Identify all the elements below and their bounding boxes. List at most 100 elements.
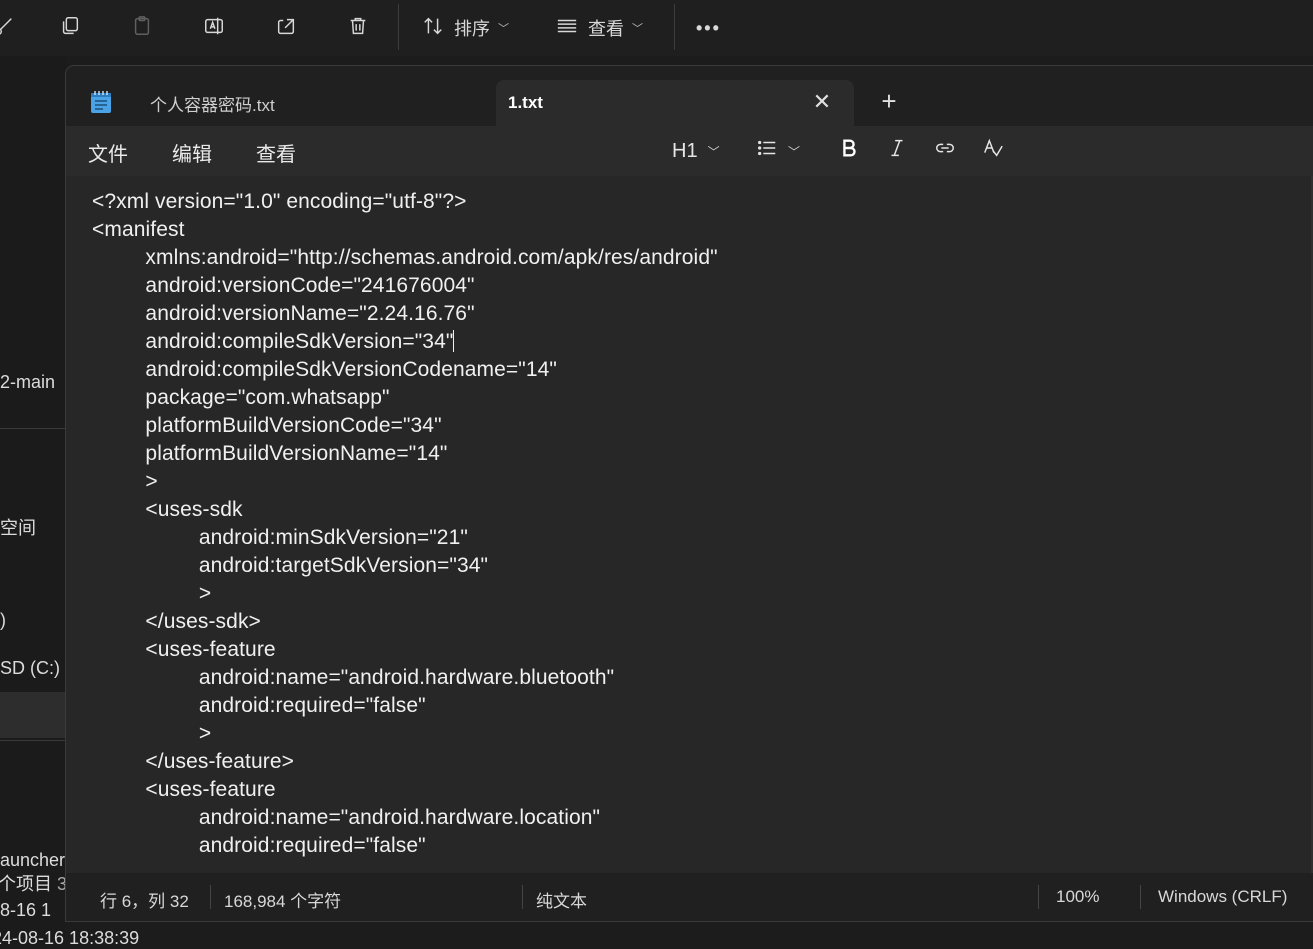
chevron-down-icon: ﹀ xyxy=(498,23,509,35)
trash-icon xyxy=(347,15,369,42)
editor-line: android:name="android.hardware.location" xyxy=(92,806,601,829)
zoom-level[interactable]: 100% xyxy=(1056,887,1099,907)
nav-item-selected[interactable] xyxy=(0,692,66,738)
editor-line: package="com.whatsapp" xyxy=(92,386,390,409)
nav-item-space[interactable]: 空间 xyxy=(0,514,36,540)
editor-line: <uses-feature xyxy=(92,778,276,801)
editor-line: platformBuildVersionCode="34" xyxy=(92,414,442,437)
editor-line: xmlns:android="http://schemas.android.co… xyxy=(92,246,718,269)
menu-file[interactable]: 文件 xyxy=(88,138,128,167)
view-label: 查看 xyxy=(588,19,624,39)
toolbar-divider xyxy=(674,4,675,50)
new-tab-button[interactable]: + xyxy=(876,88,902,114)
heading-label: H1 xyxy=(672,139,698,162)
character-count: 168,984 个字符 xyxy=(224,892,342,911)
link-button[interactable] xyxy=(934,136,956,166)
nav-item-folder[interactable]: 2-main xyxy=(0,372,55,393)
spellcheck-button[interactable] xyxy=(982,136,1004,166)
editor-line: android:required="false" xyxy=(92,834,426,857)
list-icon xyxy=(756,137,778,165)
editor-line: android:minSdkVersion="21" xyxy=(92,526,468,549)
rename-icon xyxy=(203,15,225,42)
editor-line: <manifest xyxy=(92,218,185,241)
nav-divider xyxy=(0,740,66,741)
cursor-position: 行 6，列 32 xyxy=(100,892,189,911)
link-icon xyxy=(934,137,956,165)
explorer-date-full: 24-08-16 18:38:39 xyxy=(0,928,140,948)
editor-line: </uses-feature> xyxy=(92,750,295,773)
tab-label: 个人容器密码.txt xyxy=(150,95,275,115)
menu-view[interactable]: 查看 xyxy=(256,138,296,167)
paste-icon xyxy=(131,15,153,42)
editor-line: <?xml version="1.0" encoding="utf-8"?> xyxy=(92,190,467,213)
explorer-nav-pane: 2-main 空间 ) SD (C:) auncher xyxy=(0,56,66,945)
cut-button[interactable] xyxy=(0,10,16,46)
explorer-toolbar: 排序 ﹀ 查看 ﹀ ••• xyxy=(0,0,1313,56)
scissors-icon xyxy=(0,15,15,42)
rename-button[interactable] xyxy=(202,10,226,46)
bold-icon xyxy=(838,137,860,165)
tab-label: 1.txt xyxy=(508,93,543,112)
paste-button[interactable] xyxy=(130,10,154,46)
list-view-icon xyxy=(556,15,578,42)
bold-button[interactable] xyxy=(838,136,860,166)
editor-line: android:required="false" xyxy=(92,694,426,717)
tab-bar: 个人容器密码.txt 1.txt ✕ + xyxy=(66,66,1313,126)
editor-line: </uses-sdk> xyxy=(92,610,261,633)
nav-item-drive[interactable]: ) xyxy=(0,610,6,631)
close-icon[interactable]: ✕ xyxy=(812,91,832,113)
editor-line: > xyxy=(92,470,158,493)
status-bar: 行 6，列 32 168,984 个字符 纯文本 100% Windows (C… xyxy=(66,873,1313,921)
editor-line: > xyxy=(92,582,212,605)
share-button[interactable] xyxy=(274,10,298,46)
sort-label: 排序 xyxy=(454,19,490,39)
view-button[interactable]: 查看 ﹀ xyxy=(556,10,643,46)
editor-line: android:compileSdkVersion="34" xyxy=(92,330,455,353)
copy-icon xyxy=(59,15,81,42)
sort-icon xyxy=(422,15,444,42)
text-format[interactable]: 纯文本 xyxy=(536,887,587,912)
menu-edit[interactable]: 编辑 xyxy=(172,138,212,167)
italic-button[interactable] xyxy=(886,136,908,166)
text-editor[interactable]: <?xml version="1.0" encoding="utf-8"?> <m… xyxy=(66,176,1313,873)
toolbar-divider xyxy=(398,4,399,50)
spellcheck-icon xyxy=(982,137,1004,165)
text-caret xyxy=(453,330,455,352)
status-divider xyxy=(522,885,523,909)
editor-line: android:name="android.hardware.bluetooth… xyxy=(92,666,615,689)
menu-bar: 文件 编辑 查看 H1 ﹀ ﹀ xyxy=(66,126,1313,176)
list-dropdown[interactable]: ﹀ xyxy=(756,136,800,166)
tab-personal-passwords[interactable]: 个人容器密码.txt xyxy=(128,80,488,126)
heading-dropdown[interactable]: H1 ﹀ xyxy=(672,136,720,166)
editor-line: android:versionName="2.24.16.76" xyxy=(92,302,475,325)
editor-line: > xyxy=(92,722,212,745)
italic-icon xyxy=(886,137,908,165)
editor-line: android:targetSdkVersion="34" xyxy=(92,554,489,577)
editor-line: android:compileSdkVersionCodename="14" xyxy=(92,358,557,381)
more-options-button[interactable]: ••• xyxy=(696,10,721,46)
notepad-icon xyxy=(90,90,112,114)
nav-item-c-drive[interactable]: SD (C:) xyxy=(0,658,60,679)
nav-divider xyxy=(0,428,66,429)
sort-button[interactable]: 排序 ﹀ xyxy=(422,10,509,46)
editor-line: platformBuildVersionName="14" xyxy=(92,442,448,465)
line-ending[interactable]: Windows (CRLF) xyxy=(1158,887,1287,907)
notepad-window: 个人容器密码.txt 1.txt ✕ + 文件 编辑 查看 H1 ﹀ ﹀ <?x… xyxy=(66,66,1313,921)
file-name-partial[interactable]: auncher xyxy=(0,850,65,871)
status-divider xyxy=(210,885,211,909)
tab-1-txt[interactable]: 1.txt ✕ xyxy=(496,80,854,126)
chevron-down-icon: ﹀ xyxy=(788,144,801,159)
editor-line: <uses-sdk xyxy=(92,498,243,521)
delete-button[interactable] xyxy=(346,10,370,46)
editor-line: <uses-feature xyxy=(92,638,276,661)
explorer-item-count: 个项目 3 xyxy=(0,874,68,894)
chevron-down-icon: ﹀ xyxy=(632,23,643,35)
copy-button[interactable] xyxy=(58,10,82,46)
status-divider xyxy=(1140,885,1141,909)
explorer-date-partial: 8-16 1 xyxy=(0,900,52,920)
share-icon xyxy=(275,15,297,42)
status-divider xyxy=(1038,885,1039,909)
more-icon: ••• xyxy=(696,17,721,38)
chevron-down-icon: ﹀ xyxy=(707,144,720,159)
editor-line: android:versionCode="241676004" xyxy=(92,274,475,297)
